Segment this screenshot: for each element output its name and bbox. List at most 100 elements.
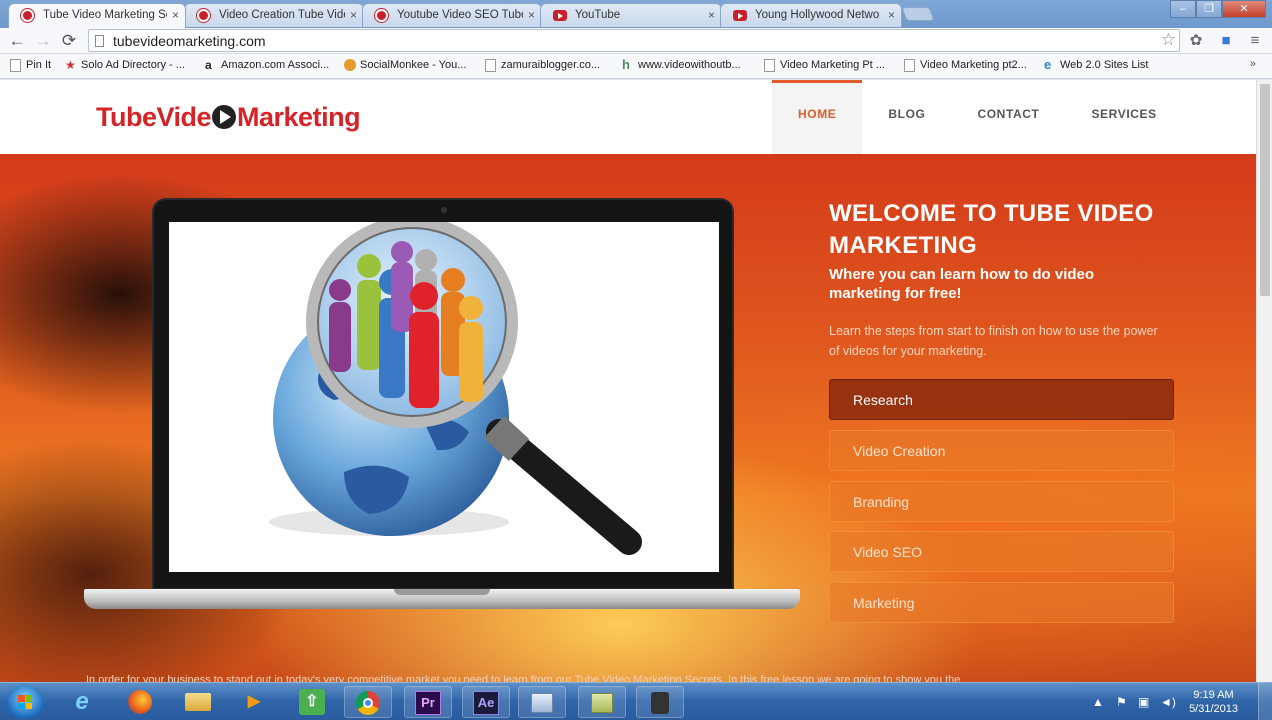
site-logo[interactable]: TubeVide Marketing xyxy=(96,102,361,133)
clock-time: 9:19 AM xyxy=(1193,689,1234,701)
extension-gear-icon[interactable]: ✿ xyxy=(1186,31,1206,51)
tray-expand-icon[interactable]: ▲ xyxy=(1092,695,1104,709)
bookmark-zamuraiblogger[interactable]: zamuraiblogger.co... xyxy=(485,59,600,72)
bookmark-socialmonkee[interactable]: SocialMonkee - You... xyxy=(344,59,466,71)
intro-paragraph: In order for your business to stand out … xyxy=(86,674,961,682)
clock-date: 5/31/2013 xyxy=(1189,703,1238,715)
bookmark-videowithout[interactable]: h www.videowithoutb... xyxy=(622,57,741,72)
tab-title: Youtube Video SEO Tube xyxy=(397,9,523,21)
close-tab-icon[interactable]: × xyxy=(708,4,715,26)
menu-marketing-button[interactable]: Marketing xyxy=(829,582,1174,623)
tab-title: Tube Video Marketing Sec xyxy=(43,9,167,21)
window-controls: – ❐ ✕ xyxy=(1170,0,1266,18)
tubevideo-favicon-icon xyxy=(375,9,388,22)
site-nav: HOME BLOG CONTACT SERVICES xyxy=(772,80,1183,154)
forward-arrow-icon[interactable]: → xyxy=(32,30,54,52)
hero-subtitle: Where you can learn how to do video mark… xyxy=(829,266,1095,302)
bookmark-video-marketing-pt2[interactable]: Video Marketing pt2... xyxy=(904,59,1027,72)
media-player-icon[interactable]: ▶ xyxy=(230,686,278,718)
windows-logo-icon xyxy=(18,695,32,709)
menu-branding-button[interactable]: Branding xyxy=(829,481,1174,522)
extension-cube-icon[interactable]: ■ xyxy=(1216,31,1236,51)
bookmarks-overflow-icon[interactable]: » xyxy=(1250,58,1256,70)
menu-video-seo-button[interactable]: Video SEO xyxy=(829,531,1174,572)
chrome-icon[interactable] xyxy=(344,686,392,718)
scrollbar-thumb[interactable] xyxy=(1260,84,1270,296)
hero-description: Learn the steps from start to finish on … xyxy=(829,324,1158,358)
minimize-icon[interactable]: – xyxy=(1170,0,1196,18)
menu-video-creation-button[interactable]: Video Creation xyxy=(829,430,1174,471)
camera-icon xyxy=(441,207,447,213)
browser-toolbar: ← → ⟳ tubevideomarketing.com ☆ ✿ ■ ≡ xyxy=(0,28,1272,54)
tab-young-hollywood[interactable]: Young Hollywood Netwo × xyxy=(720,3,902,27)
nav-home[interactable]: HOME xyxy=(772,80,863,154)
bookmark-solo-ad-directory[interactable]: ★ Solo Ad Directory - ... xyxy=(65,59,185,71)
youtube-favicon-icon xyxy=(733,10,747,21)
show-desktop-button[interactable] xyxy=(1258,683,1272,720)
premiere-icon[interactable]: Pr xyxy=(404,686,452,718)
bookmark-web-20-sites[interactable]: e Web 2.0 Sites List xyxy=(1044,57,1148,72)
nav-blog[interactable]: BLOG xyxy=(862,80,951,154)
start-button[interactable] xyxy=(6,685,44,719)
hm-icon: h xyxy=(622,57,630,72)
close-tab-icon[interactable]: × xyxy=(172,4,179,26)
back-arrow-icon[interactable]: ← xyxy=(6,30,28,52)
system-tray: ▲ ⚑ ▣ ◄) 9:19 AM 5/31/2013 xyxy=(1062,683,1272,720)
chrome-menu-icon[interactable]: ≡ xyxy=(1245,31,1265,51)
hero-section: WELCOME TO TUBE VIDEO MARKETING Where yo… xyxy=(0,154,1256,682)
notes-app-icon[interactable] xyxy=(578,686,626,718)
file-explorer-icon[interactable] xyxy=(174,686,222,718)
url-text[interactable]: tubevideomarketing.com xyxy=(113,33,266,49)
reload-icon[interactable]: ⟳ xyxy=(58,30,80,52)
tubevideo-favicon-icon xyxy=(21,9,34,22)
restore-icon[interactable]: ❐ xyxy=(1196,0,1222,18)
page-icon xyxy=(485,59,496,72)
bookmark-amazon-associates[interactable]: a Amazon.com Associ... xyxy=(205,59,329,72)
tab-video-creation[interactable]: Video Creation Tube Vide × xyxy=(184,3,364,27)
tab-youtube[interactable]: YouTube × xyxy=(540,3,722,27)
ie-icon: e xyxy=(1044,57,1052,72)
page-icon xyxy=(764,59,775,72)
bookmarks-bar: Pin It ★ Solo Ad Directory - ... a Amazo… xyxy=(0,54,1272,79)
amazon-icon: a xyxy=(205,59,216,72)
address-bar[interactable]: tubevideomarketing.com ☆ xyxy=(88,29,1180,52)
monkey-icon xyxy=(344,59,356,71)
youtube-favicon-icon xyxy=(553,10,567,21)
app-window-icon[interactable] xyxy=(518,686,566,718)
taskbar-clock[interactable]: 9:19 AM 5/31/2013 xyxy=(1189,688,1238,716)
tubevideo-favicon-icon xyxy=(197,9,210,22)
firefox-icon[interactable] xyxy=(116,686,164,718)
tab-youtube-video-seo[interactable]: Youtube Video SEO Tube × xyxy=(362,3,542,27)
new-tab-button[interactable] xyxy=(901,7,935,21)
globe-magnifier-illustration xyxy=(269,222,642,555)
tab-title: Young Hollywood Netwo xyxy=(755,9,880,21)
camtasia-icon[interactable] xyxy=(636,686,684,718)
nav-contact[interactable]: CONTACT xyxy=(951,80,1065,154)
hero-title: WELCOME TO TUBE VIDEO MARKETING xyxy=(829,200,1154,259)
nav-services[interactable]: SERVICES xyxy=(1065,80,1182,154)
close-tab-icon[interactable]: × xyxy=(888,4,895,26)
page-icon xyxy=(904,59,915,72)
close-window-icon[interactable]: ✕ xyxy=(1222,0,1266,18)
bookmark-pin-it[interactable]: Pin It xyxy=(10,59,51,72)
internet-explorer-icon[interactable]: e xyxy=(58,686,106,718)
after-effects-icon[interactable]: Ae xyxy=(462,686,510,718)
page-scrollbar[interactable] xyxy=(1256,80,1272,682)
bookmark-star-icon[interactable]: ☆ xyxy=(1161,30,1176,50)
bookmark-video-marketing-pt[interactable]: Video Marketing Pt ... xyxy=(764,59,885,72)
browser-tab-strip: Tube Video Marketing Sec × Video Creatio… xyxy=(0,0,1272,28)
tab-tube-video-marketing[interactable]: Tube Video Marketing Sec × xyxy=(8,3,186,28)
menu-research-button[interactable]: Research xyxy=(829,379,1174,420)
laptop-base xyxy=(84,589,800,609)
close-tab-icon[interactable]: × xyxy=(528,4,535,26)
action-center-icon[interactable]: ⚑ xyxy=(1116,695,1127,709)
windows-taskbar: e ▶ ⇧ Pr Ae ▲ ⚑ ▣ ◄) 9:19 AM 5/31/2013 xyxy=(0,682,1272,720)
laptop-screen xyxy=(169,222,719,572)
volume-icon[interactable]: ◄) xyxy=(1160,695,1176,709)
close-tab-icon[interactable]: × xyxy=(350,4,357,26)
play-icon xyxy=(212,105,237,129)
network-icon[interactable]: ▣ xyxy=(1138,695,1149,709)
uploader-icon[interactable]: ⇧ xyxy=(299,689,325,715)
web-page: TubeVide Marketing HOME BLOG CONTACT SERV… xyxy=(0,80,1256,682)
tab-title: Video Creation Tube Vide xyxy=(219,9,345,21)
